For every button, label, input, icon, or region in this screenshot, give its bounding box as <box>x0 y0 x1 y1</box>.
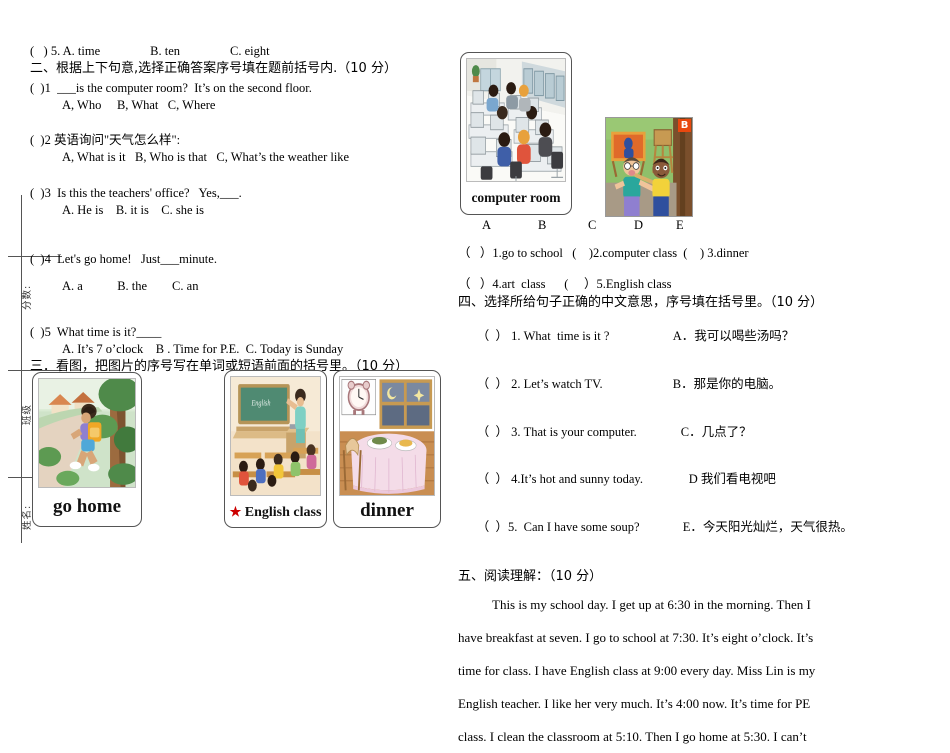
picture-letter-labels: A B C D E <box>458 218 698 234</box>
section-4-item-1-zh: A．我可以喝些汤吗？ <box>672 329 795 343</box>
question-2-3-options: A. He is B. it is C. she is <box>62 202 205 217</box>
question-2-1-stem: ( )1 ___is the computer room? It’s on th… <box>30 80 312 95</box>
section-5-heading: 五、阅读理解：（10 分） <box>458 568 603 584</box>
right-column: （ ）1.go to school ( )2.computer class ( … <box>458 246 936 753</box>
question-2-4-options: A. a B. the C. an <box>62 279 199 294</box>
section-4-item-5-en: （ ）5. Can I have some soup? <box>476 520 640 534</box>
reading-passage: This is my school day. I get up at 6:30 … <box>458 588 936 753</box>
section-4-item-4: （ ） 4.It’s hot and sunny today. D 我们看电视吧 <box>458 457 936 503</box>
section-4-item-4-en: （ ） 4.It’s hot and sunny today. <box>476 472 643 487</box>
section-4-item-2: （ ） 2. Let’s watch TV. B．那是你的电脑。 <box>458 362 936 408</box>
picture-card-english-class: English ★ English class <box>224 370 327 528</box>
letter-c: C <box>588 218 597 232</box>
picture-card-art-class: B <box>605 117 693 217</box>
question-2-3-stem: ( )3 Is this the teachers' office? Yes,_… <box>30 185 242 200</box>
section-4-item-5: （ ）5. Can I have some soup? E．今天阳光灿烂，天气很热… <box>458 505 936 551</box>
picture-card-go-home: go home <box>32 372 142 527</box>
section-4-item-1-en: （ ） 1. What time is it ? <box>476 329 610 343</box>
english-class-illustration: English <box>230 376 321 496</box>
section-4-item-2-en: （ ） 2. Let’s watch TV. <box>476 376 603 391</box>
question-2-4-stem: ( )4 Let's go home! Just___minute. <box>30 252 217 266</box>
section-4-item-2-zh: B．那是你的电脑。 <box>672 376 782 391</box>
section-4-item-4-zh: D 我们看电视吧 <box>688 472 776 487</box>
margin-label-name: 姓名: <box>22 504 33 530</box>
letter-a: A <box>482 218 492 232</box>
question-carryover-5: ( ) 5. A. time B. ten C. eight <box>30 44 270 58</box>
question-2-5-options: A. It’s 7 o’clock B . Time for P.E. C. T… <box>62 341 344 356</box>
section-4-heading: 四、选择所给句子正确的中文意思，序号填在括号里。（10 分） <box>458 294 824 310</box>
section-4-item-1: （ ） 1. What time is it ? A．我可以喝些汤吗？ <box>458 314 936 360</box>
dinner-caption: dinner <box>360 500 414 521</box>
matching-line-1: （ ）1.go to school ( )2.computer class ( … <box>458 246 749 260</box>
section-2-heading: 二、根据上下句意,选择正确答案序号填在题前括号内.（10 分） <box>30 61 397 77</box>
svg-text:English: English <box>251 397 271 407</box>
letter-b: B <box>538 218 547 232</box>
section-4-item-3-zh: C．几点了？ <box>680 424 752 439</box>
section-4-item-3-en: （ ） 3. That is your computer. <box>476 424 637 439</box>
matching-line-2: （ ）4.art class ( ）5.English class <box>458 277 672 292</box>
reading-line-1: This is my school day. I get up at 6:30 … <box>492 596 811 612</box>
picture-card-dinner: dinner <box>333 370 441 528</box>
go-home-caption: go home <box>52 496 122 517</box>
section-4-item-3: （ ） 3. That is your computer. C．几点了？ <box>458 409 936 455</box>
art-class-badge: B <box>678 119 691 132</box>
star-icon: ★ <box>229 504 242 519</box>
english-class-caption: ★ English class <box>225 504 326 521</box>
question-2-5-stem: ( )5 What time is it?____ <box>30 324 162 339</box>
reading-line-2: have breakfast at seven. I go to school … <box>458 629 814 645</box>
computer-room-caption: computer room <box>471 190 561 205</box>
question-2-2-options: A, What is it B, Who is that C, What’s t… <box>62 150 350 165</box>
worksheet-page: 分数: 班级 姓名: ( ) 5. A. time B. ten C. eigh… <box>0 0 950 744</box>
section-4-item-5-zh: E．今天阳光灿烂，天气很热。 <box>682 520 853 534</box>
dinner-illustration <box>339 376 435 496</box>
letter-e: E <box>676 218 684 232</box>
reading-line-4: English teacher. I like her very much. I… <box>458 696 811 712</box>
question-2-1-options: A, Who B, What C, Where <box>62 97 216 112</box>
reading-line-5: class. I clean the classroom at 5:10. Th… <box>458 729 807 745</box>
english-class-caption-text: English class <box>244 505 322 520</box>
computer-room-illustration <box>466 58 566 182</box>
question-2-2-stem: ( )2 英语询问"天气怎么样": <box>30 133 181 147</box>
letter-d: D <box>634 218 644 232</box>
picture-card-computer-room: computer room <box>460 52 572 215</box>
left-column: ( ) 5. A. time B. ten C. eight 二、根据上下句意,… <box>30 44 445 378</box>
go-home-illustration <box>38 378 136 488</box>
